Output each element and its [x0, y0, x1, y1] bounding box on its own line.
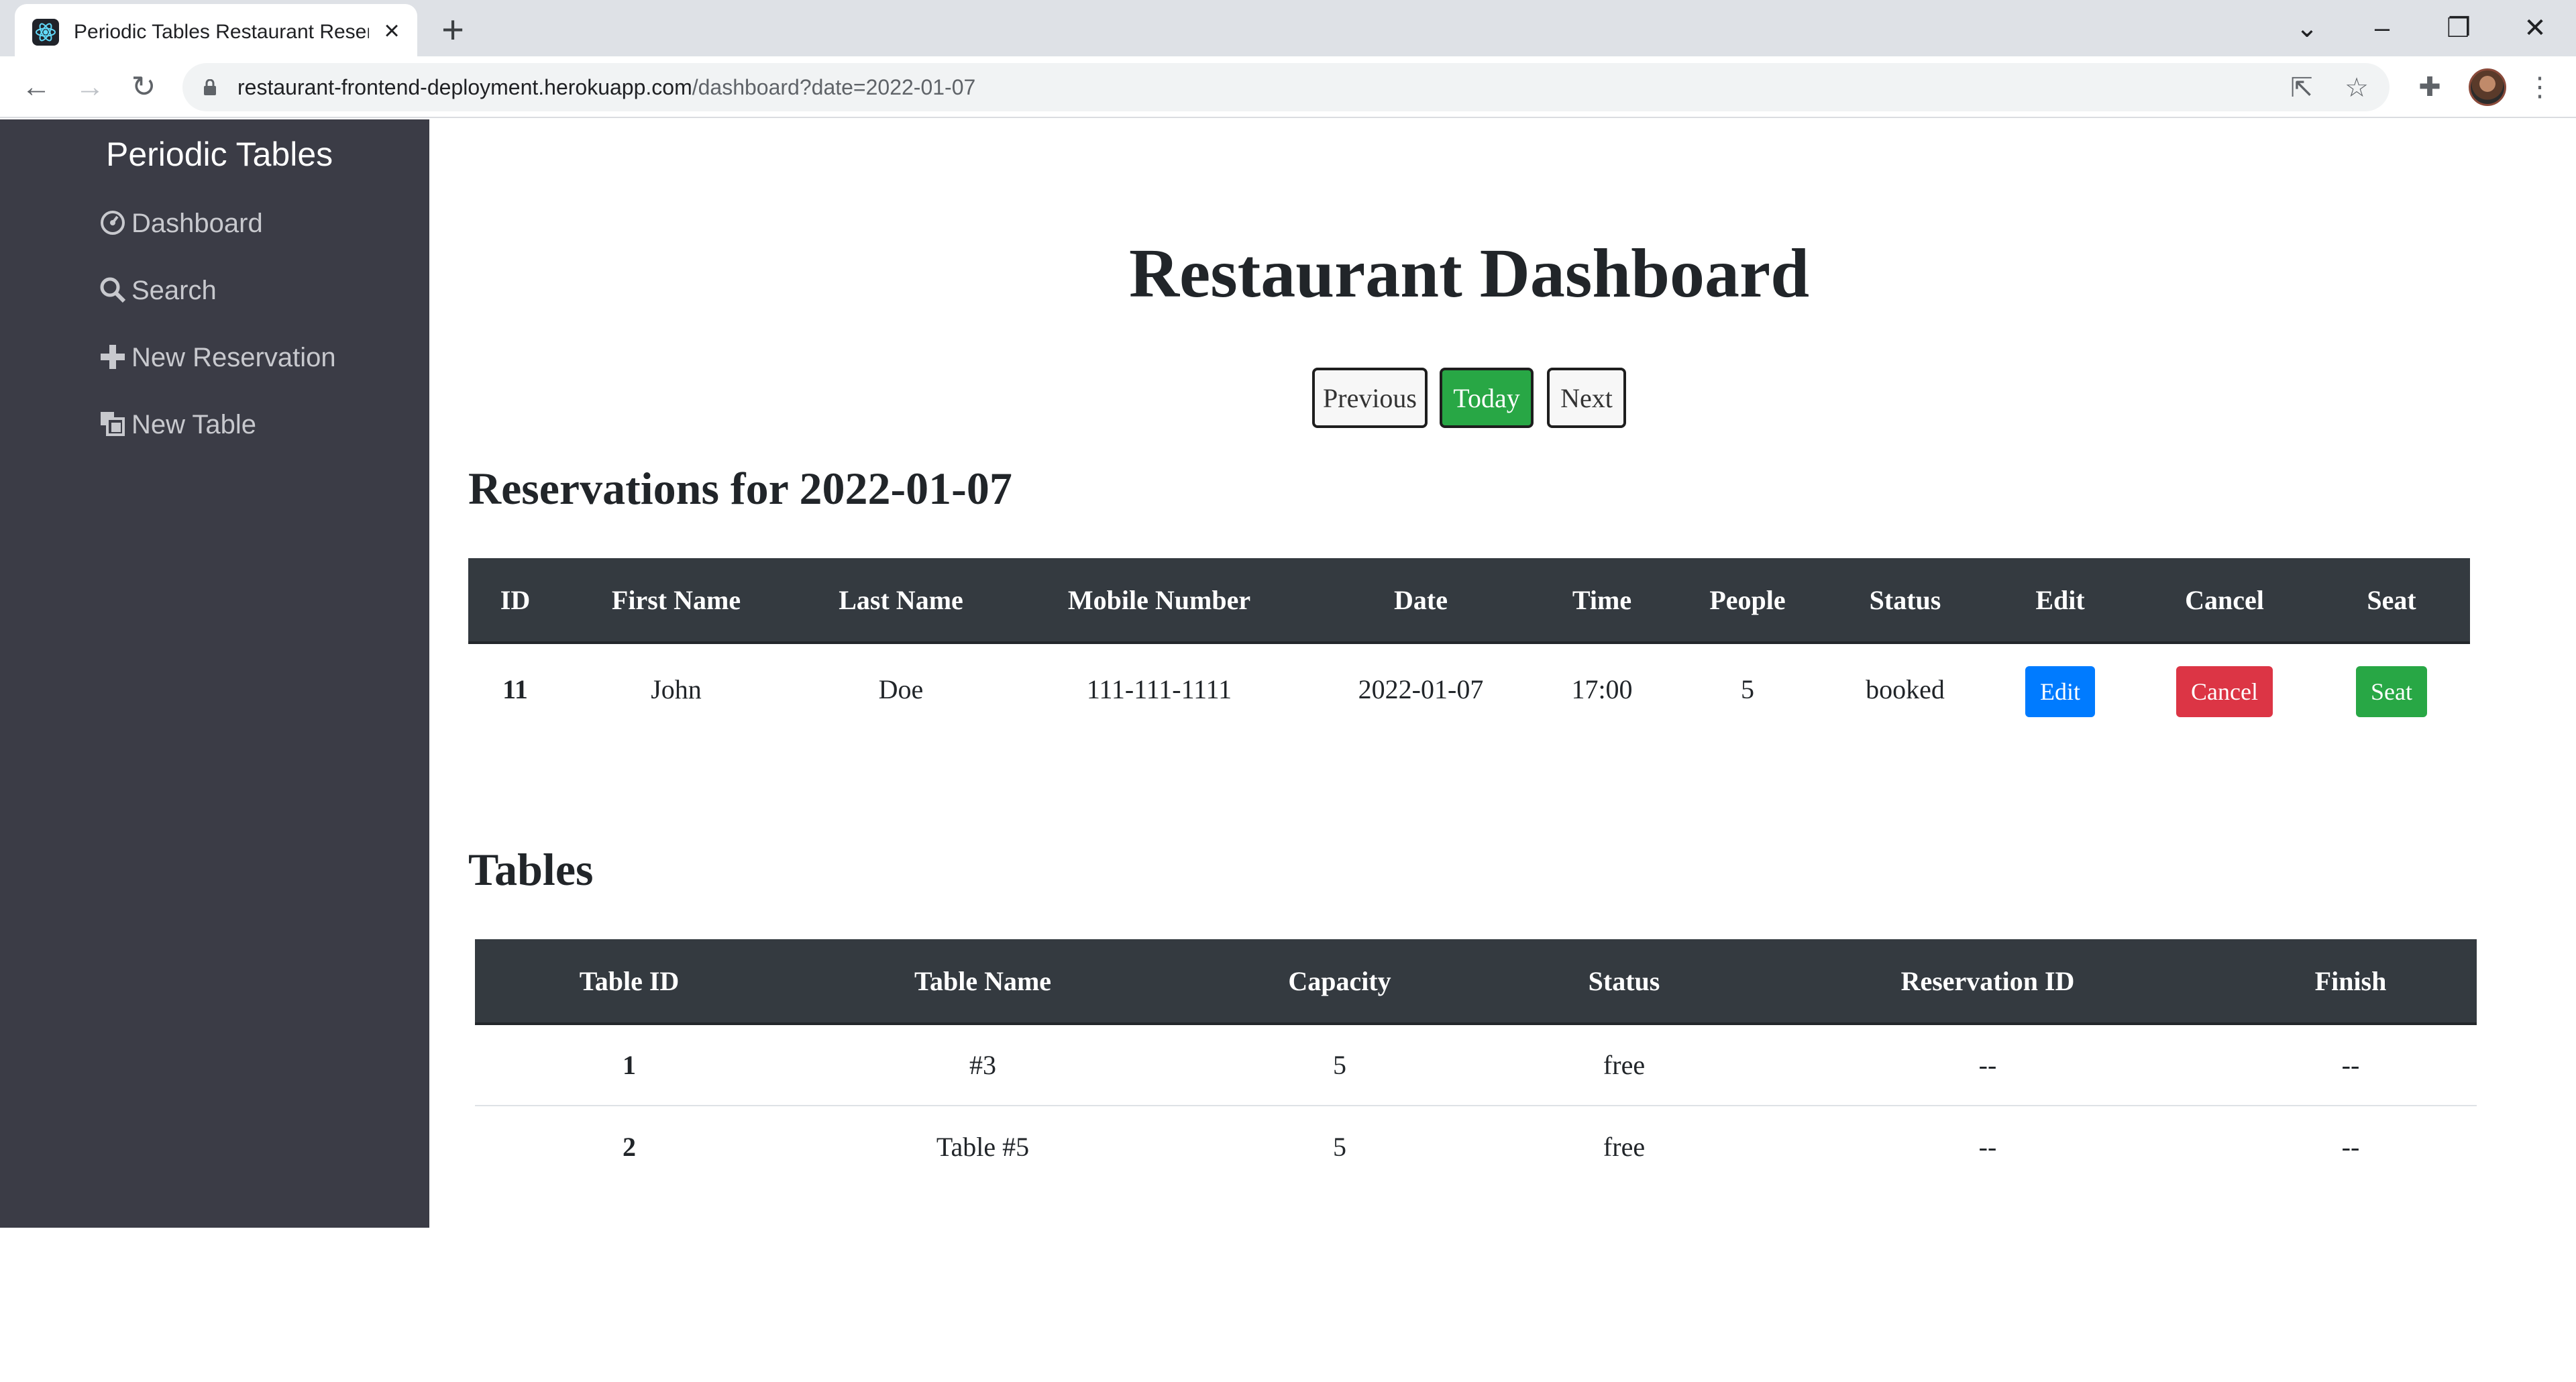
reservation-status: booked [1866, 674, 1945, 704]
tables-table: Table ID Table Name Capacity Status Rese… [475, 939, 2477, 1187]
mobile-number: 111-111-1111 [1086, 674, 1232, 704]
today-button[interactable]: Today [1440, 368, 1534, 428]
sidebar-item-label: New Table [131, 410, 257, 439]
table-header-row: Table ID Table Name Capacity Status Rese… [475, 939, 2477, 1025]
dashboard-gauge-icon [98, 203, 127, 243]
table-header-row: ID First Name Last Name Mobile Number Da… [468, 558, 2470, 644]
first-name: John [651, 674, 702, 704]
table-id: 1 [475, 1024, 784, 1106]
sidebar-item-label: Search [131, 276, 217, 305]
column-header: First Name [562, 558, 790, 644]
sidebar-item-label: Dashboard [131, 209, 263, 238]
column-header: Reservation ID [1751, 939, 2224, 1025]
previous-day-button[interactable]: Previous [1312, 368, 1428, 428]
restore-window-button[interactable]: ❐ [2435, 7, 2482, 50]
new-tab-button[interactable]: + [435, 11, 471, 50]
column-header: Seat [2313, 558, 2470, 644]
column-header: Cancel [2136, 558, 2313, 644]
reload-icon[interactable]: ↻ [123, 67, 164, 107]
table-finish: -- [2224, 1024, 2477, 1106]
plus-icon [98, 337, 127, 377]
cancel-button[interactable]: Cancel [2176, 666, 2273, 717]
url-host: restaurant-frontend-deployment.herokuapp… [237, 75, 692, 99]
page-title: Restaurant Dashboard [1128, 235, 1810, 312]
column-header: Table Name [784, 939, 1182, 1025]
column-header: Time [1535, 558, 1669, 644]
lock-icon [203, 78, 217, 95]
last-name: Doe [878, 674, 924, 704]
brand-title[interactable]: Periodic Tables [106, 134, 333, 174]
table-id: 2 [623, 1132, 636, 1162]
column-header: Date [1307, 558, 1535, 644]
back-arrow-icon[interactable]: ← [16, 67, 56, 107]
reservation-id: 11 [502, 674, 528, 704]
browser-menu-icon[interactable]: ⋮ [2521, 68, 2559, 106]
table-row: 2 Table #5 5 free -- -- [475, 1106, 2477, 1187]
seat-button[interactable]: Seat [2356, 666, 2427, 717]
main-content: Restaurant Dashboard Previous Today Next… [429, 119, 2576, 1382]
table-reservation-id: -- [1978, 1132, 1997, 1162]
edit-cell: Edit [1984, 643, 2136, 734]
table-capacity: 5 [1182, 1024, 1497, 1106]
cancel-cell: Cancel [2136, 643, 2313, 734]
reservations-heading: Reservations for 2022-01-07 [468, 463, 1012, 514]
column-header: ID [468, 558, 562, 644]
browser-tab-strip: Periodic Tables Restaurant Reserv × + ⌄ … [0, 0, 2576, 56]
share-icon[interactable]: ⇱ [2285, 71, 2318, 105]
minimize-window-button[interactable]: – [2359, 7, 2406, 50]
column-header: Finish [2224, 939, 2477, 1025]
reservation-time: 17:00 [1571, 674, 1633, 704]
column-header: Status [1826, 558, 1984, 644]
tab-search-chevron-icon[interactable]: ⌄ [2284, 7, 2330, 50]
forward-arrow-icon[interactable]: → [70, 67, 110, 107]
extensions-puzzle-icon[interactable]: ✚ [2411, 68, 2449, 106]
column-header: Last Name [790, 558, 1012, 644]
sidebar-item-dashboard[interactable]: Dashboard [98, 203, 263, 243]
column-header: Status [1497, 939, 1751, 1025]
party-size: 5 [1741, 674, 1754, 704]
tables-heading: Tables [468, 844, 594, 895]
layers-icon [98, 404, 127, 444]
star-icon[interactable]: ☆ [2340, 71, 2373, 105]
tab-close-icon[interactable]: × [377, 16, 407, 46]
search-icon [98, 270, 127, 310]
reservations-table: ID First Name Last Name Mobile Number Da… [468, 558, 2470, 734]
url-path: /dashboard?date=2022-01-07 [692, 75, 976, 99]
address-bar[interactable]: restaurant-frontend-deployment.herokuapp… [182, 63, 2390, 111]
table-row: 11 John Doe 111-111-1111 2022-01-07 17:0… [468, 643, 2470, 734]
url-text: restaurant-frontend-deployment.herokuapp… [237, 72, 975, 102]
table-row: 1 #3 5 free -- -- [475, 1024, 2477, 1106]
table-status: free [1497, 1024, 1751, 1106]
sidebar-item-new-reservation[interactable]: New Reservation [98, 337, 336, 377]
reservation-date: 2022-01-07 [1358, 674, 1484, 704]
sidebar: Periodic Tables Dashboard Search New Res… [0, 119, 429, 1228]
sidebar-item-search[interactable]: Search [98, 270, 217, 310]
profile-avatar[interactable] [2469, 68, 2506, 106]
browser-tab[interactable]: Periodic Tables Restaurant Reserv × [15, 4, 417, 56]
seat-cell: Seat [2313, 643, 2470, 734]
table-name: Table #5 [936, 1132, 1030, 1162]
react-favicon-icon [32, 19, 59, 46]
table-finish: -- [2341, 1132, 2360, 1162]
table-status: free [1603, 1132, 1646, 1162]
close-window-button[interactable]: ✕ [2512, 7, 2559, 50]
table-capacity: 5 [1333, 1132, 1346, 1162]
next-day-button[interactable]: Next [1547, 368, 1626, 428]
sidebar-item-new-table[interactable]: New Table [98, 404, 256, 444]
sidebar-item-label: New Reservation [131, 343, 336, 372]
tab-title: Periodic Tables Restaurant Reserv [74, 21, 369, 43]
column-header: Table ID [475, 939, 784, 1025]
column-header: Edit [1984, 558, 2136, 644]
table-name: #3 [784, 1024, 1182, 1106]
table-reservation-id: -- [1751, 1024, 2224, 1106]
column-header: Mobile Number [1012, 558, 1307, 644]
column-header: People [1669, 558, 1826, 644]
edit-button[interactable]: Edit [2025, 666, 2095, 717]
column-header: Capacity [1182, 939, 1497, 1025]
browser-toolbar: ← → ↻ restaurant-frontend-deployment.her… [0, 56, 2576, 118]
